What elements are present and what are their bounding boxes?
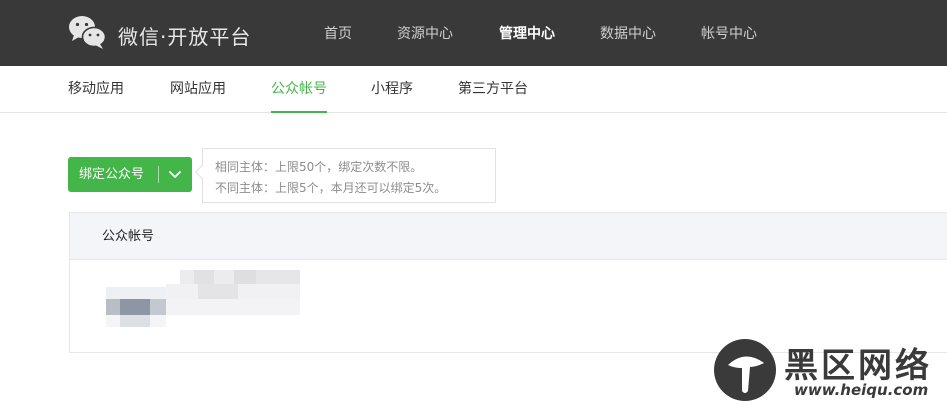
watermark-logo-icon [714, 339, 776, 401]
tab-label: 网站应用 [170, 81, 226, 97]
nav-account-center[interactable]: 帐号中心 [701, 0, 757, 66]
bind-official-account-button[interactable]: 绑定公众号 [68, 157, 192, 192]
tip-different-entity: 不同主体：上限5个，本月还可以绑定5次。 [215, 181, 447, 195]
tab-website-apps[interactable]: 网站应用 [170, 66, 226, 112]
sub-navigation-tabs: 移动应用 网站应用 公众帐号 小程序 第三方平台 [0, 66, 947, 113]
nav-data-center[interactable]: 数据中心 [600, 0, 656, 66]
tip-same-entity: 相同主体：上限50个，绑定次数不限。 [215, 160, 423, 174]
tab-label: 移动应用 [68, 81, 124, 97]
tab-mini-programs[interactable]: 小程序 [371, 66, 413, 112]
tip-arrow [194, 164, 210, 180]
wechat-logo-icon[interactable] [68, 14, 106, 50]
tab-mobile-apps[interactable]: 移动应用 [68, 66, 124, 112]
button-divider [158, 166, 159, 183]
tab-label: 公众帐号 [271, 81, 327, 97]
tab-third-party-platform[interactable]: 第三方平台 [458, 66, 528, 112]
watermark-url: www.heiqu.com [794, 381, 929, 399]
watermark-text: 黑区网络 [784, 346, 932, 386]
table-header: 公众帐号 [70, 213, 947, 260]
nav-home[interactable]: 首页 [324, 0, 352, 66]
active-tab-indicator [271, 111, 327, 113]
bind-button-label: 绑定公众号 [79, 167, 145, 182]
tab-official-accounts[interactable]: 公众帐号 [271, 66, 327, 113]
binding-limit-tip: 相同主体：上限50个，绑定次数不限。 不同主体：上限5个，本月还可以绑定5次。 [194, 148, 496, 203]
official-accounts-table: 公众帐号 [69, 212, 947, 353]
tab-label: 第三方平台 [458, 81, 528, 97]
column-header-account: 公众帐号 [102, 229, 155, 244]
tab-label: 小程序 [371, 81, 413, 97]
nav-management-center[interactable]: 管理中心 [499, 0, 555, 66]
brand-title[interactable]: 微信·开放平台 [118, 21, 251, 50]
top-navigation-bar: 微信·开放平台 首页 资源中心 管理中心 数据中心 帐号中心 [0, 0, 947, 66]
chevron-down-icon[interactable] [166, 166, 184, 183]
site-watermark: 黑区网络 www.heiqu.com [712, 337, 947, 405]
nav-resource-center[interactable]: 资源中心 [397, 0, 453, 66]
